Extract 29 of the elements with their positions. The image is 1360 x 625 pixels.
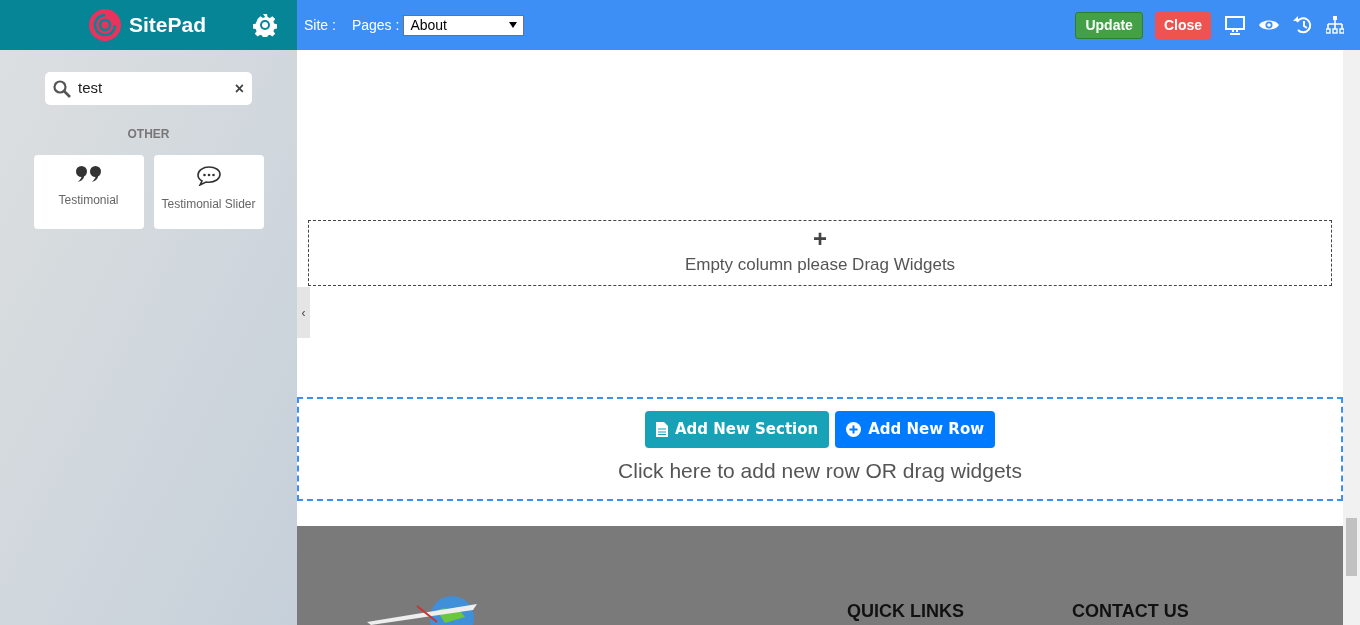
add-plus-icon[interactable]: + [813, 228, 827, 249]
plus-circle-icon [846, 422, 862, 437]
site-label: Site : [304, 15, 336, 35]
widget-tile[interactable]: Testimonial [33, 155, 144, 229]
quote-icon [75, 166, 102, 182]
pages-label: Pages : [351, 15, 400, 35]
dropdown-caret-icon [509, 22, 518, 28]
history-icon[interactable] [1293, 16, 1312, 34]
page-select[interactable]: About [403, 14, 525, 36]
search-field[interactable]: test × [45, 72, 252, 105]
category-heading: OTHER [127, 126, 170, 143]
brand-name: SitePad [129, 12, 207, 39]
search-icon [53, 79, 71, 98]
preview-eye-icon[interactable] [1259, 18, 1279, 32]
footer-heading: CONTACT US [1072, 600, 1189, 623]
add-row-area[interactable]: Add New Section Add New Row Click here to add new row OR drag widgets [297, 397, 1343, 501]
clear-button[interactable]: × [234, 76, 244, 101]
add-row-button[interactable]: Add New Row [835, 411, 996, 448]
add-row-hint: Click here to add new row OR drag widgets [618, 458, 1022, 484]
sitemap-icon[interactable] [1326, 16, 1344, 34]
widget-tile[interactable]: Testimonial Slider [153, 155, 264, 229]
settings-icon[interactable] [253, 13, 278, 37]
desktop-icon[interactable] [1225, 15, 1245, 35]
collapse-panel-tab[interactable]: ‹ [297, 287, 310, 338]
document-icon [655, 422, 668, 437]
footer-heading: QUICK LINKS [847, 600, 964, 623]
empty-column-text: Empty column please Drag Widgets [684, 253, 956, 276]
logo-icon [89, 9, 121, 41]
chat-bubble-icon [196, 166, 221, 186]
